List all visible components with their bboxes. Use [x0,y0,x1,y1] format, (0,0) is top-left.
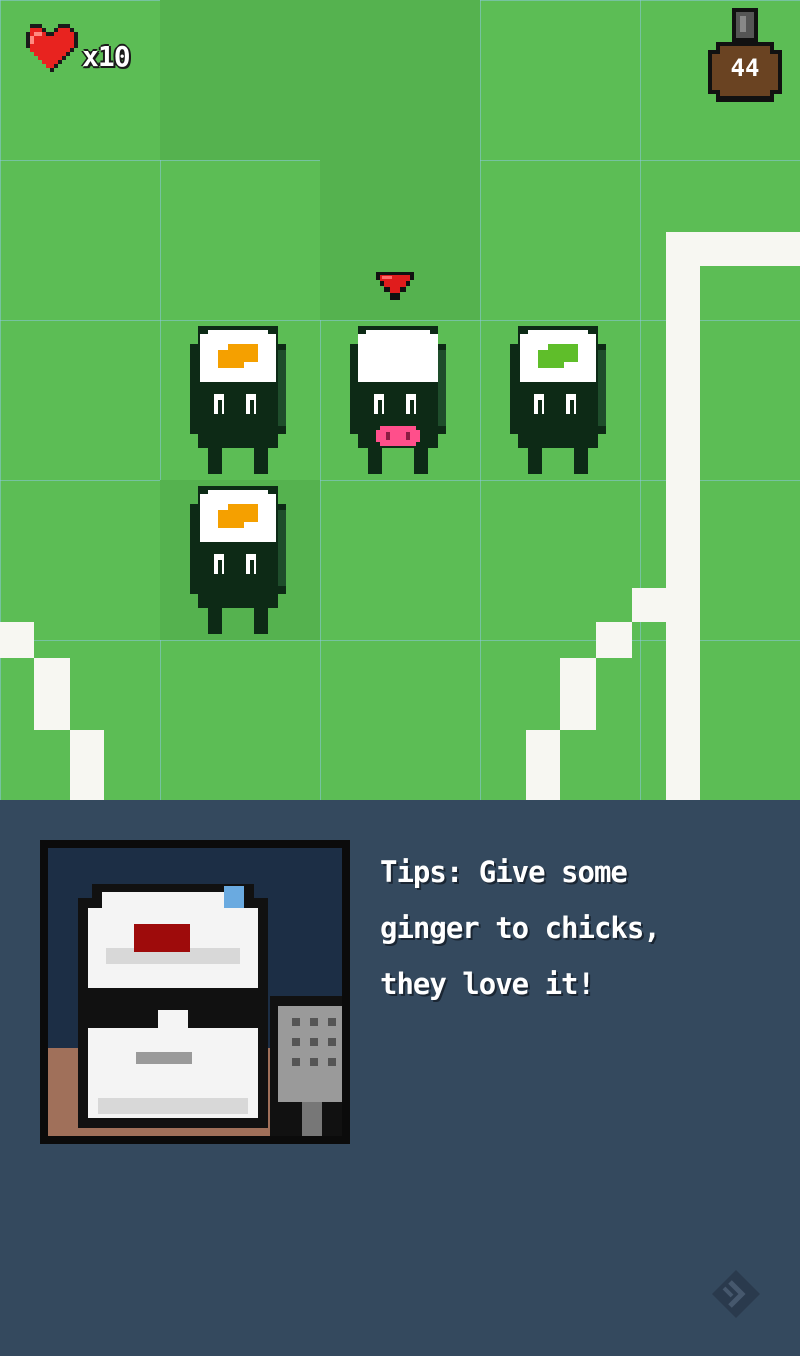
heart-icon [26,24,78,72]
tip-line: ginger to chicks, [380,911,661,945]
tip-message: Tips: Give some ginger to chicks, they l… [380,844,760,1012]
tip-line: they love it! [380,967,595,1001]
sushi-unit-orange[interactable] [188,486,288,636]
path-segment [70,730,104,800]
sushi-unit-selected[interactable] [348,326,448,476]
tip-line: Tips: Give some [380,855,628,889]
chef-portrait [40,840,350,1144]
game-board[interactable]: x10 44 [0,0,800,800]
chef-portrait-image [48,848,342,1136]
dialog-panel[interactable]: Tips: Give some ginger to chicks, they l… [0,800,800,1356]
selection-marker-icon [376,272,414,300]
path-segment [526,730,560,800]
path-segment [632,588,668,622]
grass-tile [160,0,320,160]
path-segment [560,658,596,730]
next-arrow-icon[interactable] [710,1268,762,1320]
sushi-unit-green[interactable] [508,326,608,476]
lives-counter: x10 [82,40,131,73]
bottle-counter: 44 [730,54,760,82]
grass-tile [320,0,480,160]
sushi-unit-orange[interactable] [188,326,288,476]
path-segment [0,622,34,658]
path-segment [34,658,70,730]
path-segment [596,622,632,658]
path-segment [666,232,700,800]
path-segment [666,232,800,266]
